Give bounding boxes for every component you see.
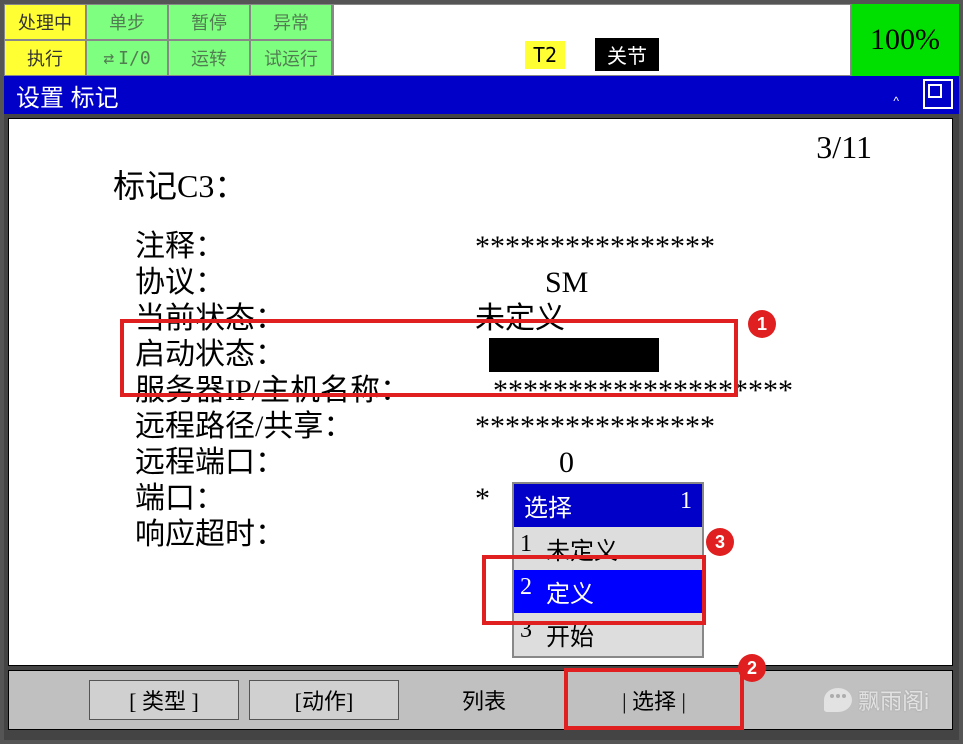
mode-t2-badge: T2 — [525, 41, 565, 69]
value-remote-port[interactable]: 0 — [475, 445, 574, 481]
section-heading: 标记C3： — [113, 161, 246, 207]
status-grid: 处理中 单步 暂停 异常 执行 ⇄I/0 运转 试运行 — [4, 4, 333, 76]
row-server: 服务器IP/主机名称： ******************** — [135, 373, 793, 409]
dropdown-option-undefined[interactable]: 1 未定义 — [514, 527, 702, 570]
status-step[interactable]: 单步 — [86, 4, 168, 40]
label-server: 服务器IP/主机名称： — [135, 373, 493, 409]
row-current-state: 当前状态： 未定义 — [135, 301, 793, 337]
value-server[interactable]: ******************** — [493, 373, 793, 409]
window-multi-icon[interactable] — [923, 79, 953, 109]
pager-count: 3/11 — [816, 129, 872, 166]
label-comment: 注释： — [135, 229, 475, 265]
caret-icon: ^ — [893, 94, 899, 108]
dropdown-option-define[interactable]: 2 定义 — [514, 570, 702, 613]
row-protocol: 协议： SM — [135, 265, 793, 301]
message-area: T2 关节 — [333, 4, 851, 76]
type-button[interactable]: [ 类型 ] — [89, 680, 239, 720]
row-start-state: 启动状态： — [135, 337, 793, 373]
dropdown-header-label: 选择 — [524, 488, 572, 523]
content-pane: 3/11 标记C3： 注释： **************** 协议： SM 当… — [8, 118, 953, 666]
value-protocol[interactable]: SM — [475, 265, 588, 301]
top-status-row: 处理中 单步 暂停 异常 执行 ⇄I/0 运转 试运行 T2 关节 100% — [4, 4, 959, 76]
label-protocol: 协议： — [135, 265, 475, 301]
status-pause[interactable]: 暂停 — [168, 4, 250, 40]
dropdown-header-count: 1 — [680, 488, 692, 523]
annotation-badge-2: 2 — [738, 654, 766, 682]
label-current-state: 当前状态： — [135, 301, 475, 337]
value-start-state-selected[interactable] — [489, 338, 659, 372]
window-title: 设置 标记 — [16, 78, 119, 113]
action-button[interactable]: [动作] — [249, 680, 399, 720]
value-remote-path[interactable]: **************** — [475, 409, 715, 445]
label-response-timeout: 响应超时： — [135, 517, 475, 553]
row-remote-port: 远程端口： 0 — [135, 445, 793, 481]
status-io[interactable]: ⇄I/0 — [86, 40, 168, 76]
status-running[interactable]: 运转 — [168, 40, 250, 76]
status-testrun[interactable]: 试运行 — [250, 40, 332, 76]
row-comment: 注释： **************** — [135, 229, 793, 265]
coord-joint-badge: 关节 — [595, 38, 659, 71]
status-run[interactable]: 执行 — [4, 40, 86, 76]
window-title-bar: 设置 标记 ^ — [4, 76, 959, 114]
select-button[interactable]: | 选择 | — [569, 680, 739, 720]
label-remote-path: 远程路径/共享： — [135, 409, 475, 445]
value-comment[interactable]: **************** — [475, 229, 715, 265]
value-current-state[interactable]: 未定义 — [475, 301, 565, 337]
status-processing[interactable]: 处理中 — [4, 4, 86, 40]
dropdown-header: 选择 1 — [514, 484, 702, 527]
label-start-state: 启动状态： — [135, 337, 475, 373]
annotation-badge-1: 1 — [748, 310, 776, 338]
watermark: 飘雨阁i — [824, 684, 929, 716]
label-remote-port: 远程端口： — [135, 445, 475, 481]
status-fault[interactable]: 异常 — [250, 4, 332, 40]
row-remote-path: 远程路径/共享： **************** — [135, 409, 793, 445]
select-dropdown[interactable]: 选择 1 1 未定义 2 定义 3 开始 — [512, 482, 704, 658]
footer-bar: [ 类型 ] [动作] 列表 | 选择 | — [8, 670, 953, 730]
dropdown-option-start[interactable]: 3 开始 — [514, 613, 702, 656]
label-port: 端口： — [135, 481, 475, 517]
speed-percent[interactable]: 100% — [851, 4, 959, 76]
wechat-icon — [824, 688, 852, 712]
value-port[interactable]: * — [475, 481, 490, 517]
list-button[interactable]: 列表 — [409, 680, 559, 720]
annotation-badge-3: 3 — [706, 528, 734, 556]
